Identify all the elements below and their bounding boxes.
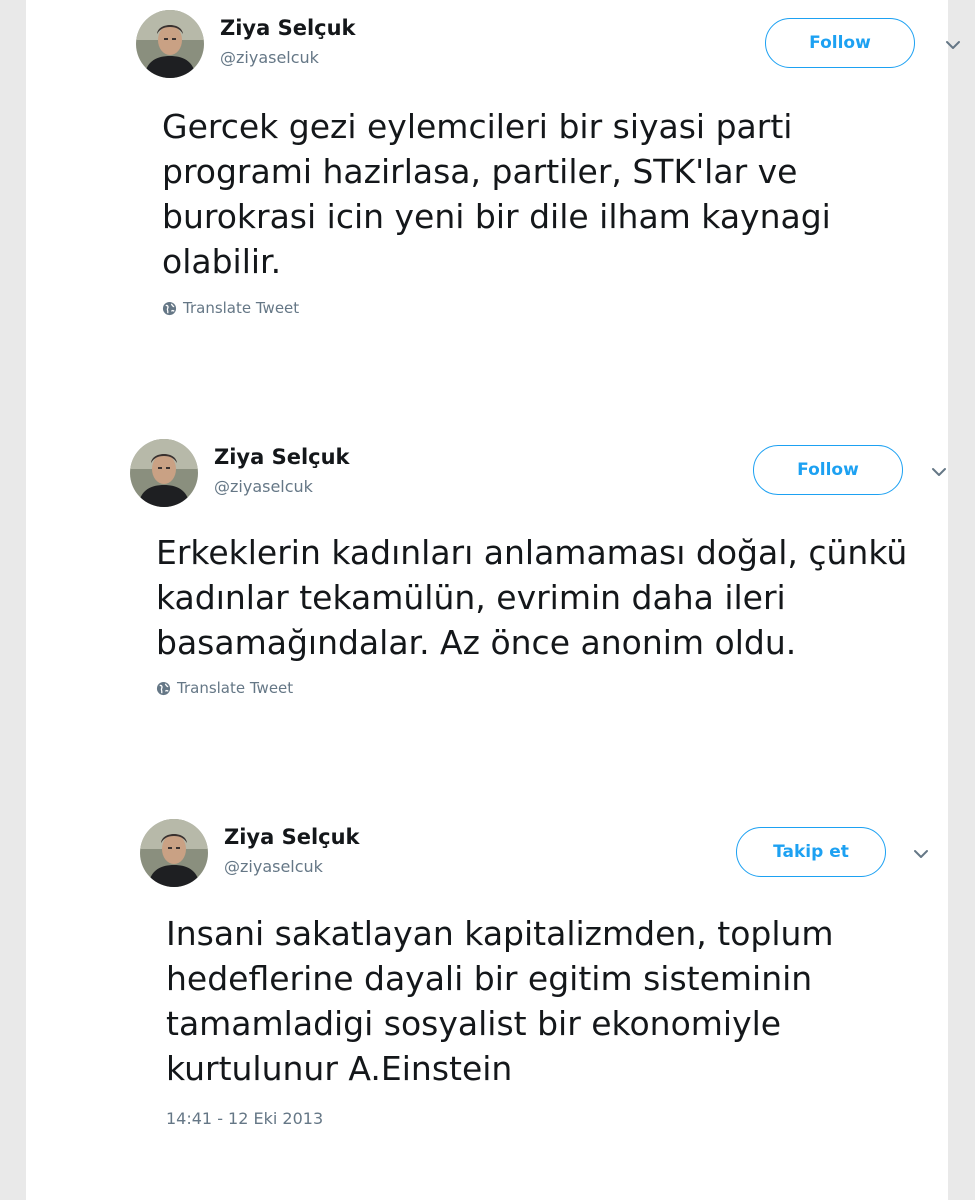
tweet-text-line: basamağındalar. Az önce anonim oldu. (156, 623, 797, 662)
translate-label: Translate Tweet (183, 299, 300, 317)
chevron-down-icon[interactable] (910, 843, 932, 865)
avatar[interactable] (136, 10, 204, 78)
globe-icon (162, 301, 177, 315)
follow-button[interactable]: Follow (753, 445, 903, 495)
author-name[interactable]: Ziya Selçuk (220, 16, 356, 40)
tweet-text-line: Insani sakatlayan kapitalizmden, toplum (166, 914, 834, 953)
follow-button[interactable]: Takip et (736, 827, 886, 877)
tweet-text-line: kurtulunur A.Einstein (166, 1049, 513, 1088)
tweet-text-line: programi hazirlasa, partiler, STK'lar ve (162, 152, 798, 191)
author-handle[interactable]: @ziyaselcuk (224, 857, 323, 876)
globe-icon (156, 681, 171, 695)
tweet-text-line: kadınlar tekamülün, evrimin daha ileri (156, 578, 786, 617)
author-name[interactable]: Ziya Selçuk (214, 445, 350, 469)
follow-button[interactable]: Follow (765, 18, 915, 68)
tweet-card: Ziya Selçuk @ziyaselcuk Follow Gercek ge… (26, 0, 960, 1200)
author-name[interactable]: Ziya Selçuk (224, 825, 360, 849)
tweet-text-line: hedeflerine dayali bir egitim sisteminin (166, 959, 813, 998)
author-handle[interactable]: @ziyaselcuk (214, 477, 313, 496)
tweet-timestamp[interactable]: 14:41 - 12 Eki 2013 (166, 1109, 323, 1128)
tweet-text-line: Erkeklerin kadınları anlamaması doğal, ç… (156, 533, 908, 572)
tweet-text: Insani sakatlayan kapitalizmden, toplum … (166, 911, 834, 1091)
tweet-text: Gercek gezi eylemcileri bir siyasi parti… (162, 104, 831, 284)
tweet-text-line: tamamladigi sosyalist bir ekonomiyle (166, 1004, 782, 1043)
tweet-text-line: Gercek gezi eylemcileri bir siyasi parti (162, 107, 793, 146)
avatar[interactable] (140, 819, 208, 887)
chevron-down-icon[interactable] (928, 461, 950, 483)
translate-tweet-link[interactable]: Translate Tweet (162, 299, 299, 317)
author-handle[interactable]: @ziyaselcuk (220, 48, 319, 67)
chevron-down-icon[interactable] (942, 34, 964, 56)
translate-tweet-link[interactable]: Translate Tweet (156, 679, 293, 697)
tweet-text-line: burokrasi icin yeni bir dile ilham kayna… (162, 197, 831, 236)
tweet-text: Erkeklerin kadınları anlamaması doğal, ç… (156, 530, 907, 665)
avatar[interactable] (130, 439, 198, 507)
tweet-text-line: olabilir. (162, 242, 282, 281)
translate-label: Translate Tweet (177, 679, 294, 697)
